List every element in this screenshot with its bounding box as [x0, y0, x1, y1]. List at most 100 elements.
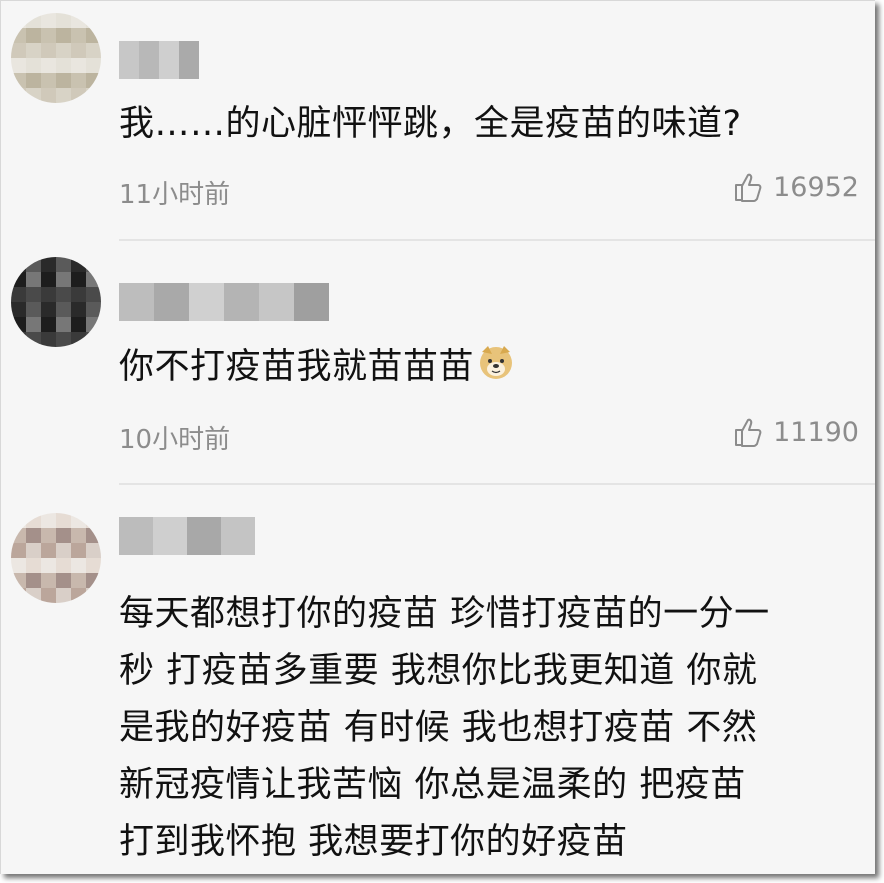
username-blurred[interactable]	[119, 517, 255, 555]
username-pixel	[179, 41, 199, 79]
like-button[interactable]: 11190	[733, 416, 859, 448]
avatar-pixel	[11, 528, 26, 543]
comment-line: 是我的好疫苗 有时候 我也想打疫苗 不然	[119, 708, 758, 748]
avatar-pixel	[26, 332, 41, 347]
avatar-pixel	[26, 302, 41, 317]
comment-line: 新冠疫情让我苦恼 你总是温柔的 把疫苗	[119, 765, 746, 805]
avatar-pixel	[41, 58, 56, 73]
avatar-pixel	[86, 332, 101, 347]
username-pixel	[294, 283, 329, 321]
avatar[interactable]	[11, 513, 101, 603]
avatar-pixel	[56, 88, 71, 103]
avatar-pixel	[71, 257, 86, 272]
avatar-pixel	[56, 28, 71, 43]
avatar-pixel	[41, 88, 56, 103]
avatar-pixel	[56, 302, 71, 317]
comment-text: 每天都想打你的疫苗 珍惜打疫苗的一分一 秒 打疫苗多重要 我想你比我更知道 你就…	[119, 586, 770, 871]
avatar-pixel	[71, 287, 86, 302]
comment-timestamp: 11小时前	[119, 180, 231, 210]
username-pixel	[153, 517, 187, 555]
avatar-pixel	[86, 588, 101, 603]
avatar-pixel	[41, 558, 56, 573]
avatar-pixel	[41, 588, 56, 603]
avatar-pixel	[71, 43, 86, 58]
avatar-pixel	[56, 257, 71, 272]
avatar-pixel	[11, 543, 26, 558]
like-count: 16952	[773, 171, 859, 203]
username-pixel	[139, 41, 159, 79]
username-blurred[interactable]	[119, 283, 329, 321]
avatar-pixel	[86, 13, 101, 28]
avatar-pixel	[71, 332, 86, 347]
avatar-pixel	[56, 513, 71, 528]
avatar-pixel	[11, 573, 26, 588]
avatar[interactable]	[11, 13, 101, 103]
avatar-pixel	[26, 558, 41, 573]
avatar-pixel	[56, 543, 71, 558]
avatar-pixel	[56, 588, 71, 603]
avatar-pixel	[86, 558, 101, 573]
avatar-pixel	[56, 558, 71, 573]
avatar-pixel	[26, 543, 41, 558]
username-blurred[interactable]	[119, 41, 199, 79]
username-pixel	[259, 283, 294, 321]
like-button[interactable]: 16952	[733, 171, 859, 203]
avatar-pixel	[86, 43, 101, 58]
avatar-pixel	[71, 58, 86, 73]
username-pixel	[119, 283, 154, 321]
avatar-pixel	[11, 332, 26, 347]
avatar-pixel	[41, 257, 56, 272]
avatar-pixel	[11, 302, 26, 317]
thumbs-up-icon	[735, 173, 762, 202]
avatar-pixel	[26, 257, 41, 272]
avatar-pixel	[71, 558, 86, 573]
avatar-pixel	[56, 43, 71, 58]
divider	[119, 483, 875, 485]
avatar-pixel	[41, 317, 56, 332]
thumbs-up-icon	[735, 418, 762, 447]
avatar-pixel	[11, 257, 26, 272]
avatar-pixel	[56, 73, 71, 88]
avatar-pixel	[86, 573, 101, 588]
avatar-pixel	[41, 528, 56, 543]
avatar-pixel	[26, 513, 41, 528]
avatar-pixel	[86, 513, 101, 528]
avatar-pixel	[56, 287, 71, 302]
username-pixel	[221, 517, 255, 555]
comment-line: 打到我怀抱 我想要打你的好疫苗	[119, 822, 628, 862]
avatar-pixel	[11, 513, 26, 528]
avatar-pixel	[41, 73, 56, 88]
avatar-pixel	[41, 13, 56, 28]
avatar-pixel	[11, 28, 26, 43]
comment-text-content: 你不打疫苗我就苗苗苗	[119, 347, 475, 387]
avatar-pixel	[26, 28, 41, 43]
avatar-pixel	[26, 58, 41, 73]
avatar-pixel	[26, 73, 41, 88]
avatar-pixel	[11, 58, 26, 73]
avatar-pixel	[71, 528, 86, 543]
avatar-pixel	[26, 588, 41, 603]
avatar[interactable]	[11, 257, 101, 347]
username-pixel	[189, 283, 224, 321]
avatar-pixel	[41, 543, 56, 558]
username-pixel	[119, 517, 153, 555]
comment-timestamp: 10小时前	[119, 425, 231, 455]
username-pixel	[119, 41, 139, 79]
avatar-pixel	[86, 317, 101, 332]
avatar-pixel	[86, 73, 101, 88]
avatar-pixel	[41, 332, 56, 347]
avatar-pixel	[26, 272, 41, 287]
avatar-pixel	[56, 13, 71, 28]
avatar-pixel	[71, 302, 86, 317]
avatar-pixel	[71, 317, 86, 332]
comment-line: 秒 打疫苗多重要 我想你比我更知道 你就	[119, 651, 758, 691]
avatar-pixel	[56, 528, 71, 543]
avatar-pixel	[11, 287, 26, 302]
avatar-pixel	[86, 272, 101, 287]
avatar-pixel	[26, 573, 41, 588]
doge-emoji	[480, 346, 513, 379]
avatar-pixel	[11, 88, 26, 103]
comment-line: 每天都想打你的疫苗 珍惜打疫苗的一分一	[119, 594, 770, 634]
avatar-pixel	[26, 287, 41, 302]
avatar-pixel	[41, 513, 56, 528]
